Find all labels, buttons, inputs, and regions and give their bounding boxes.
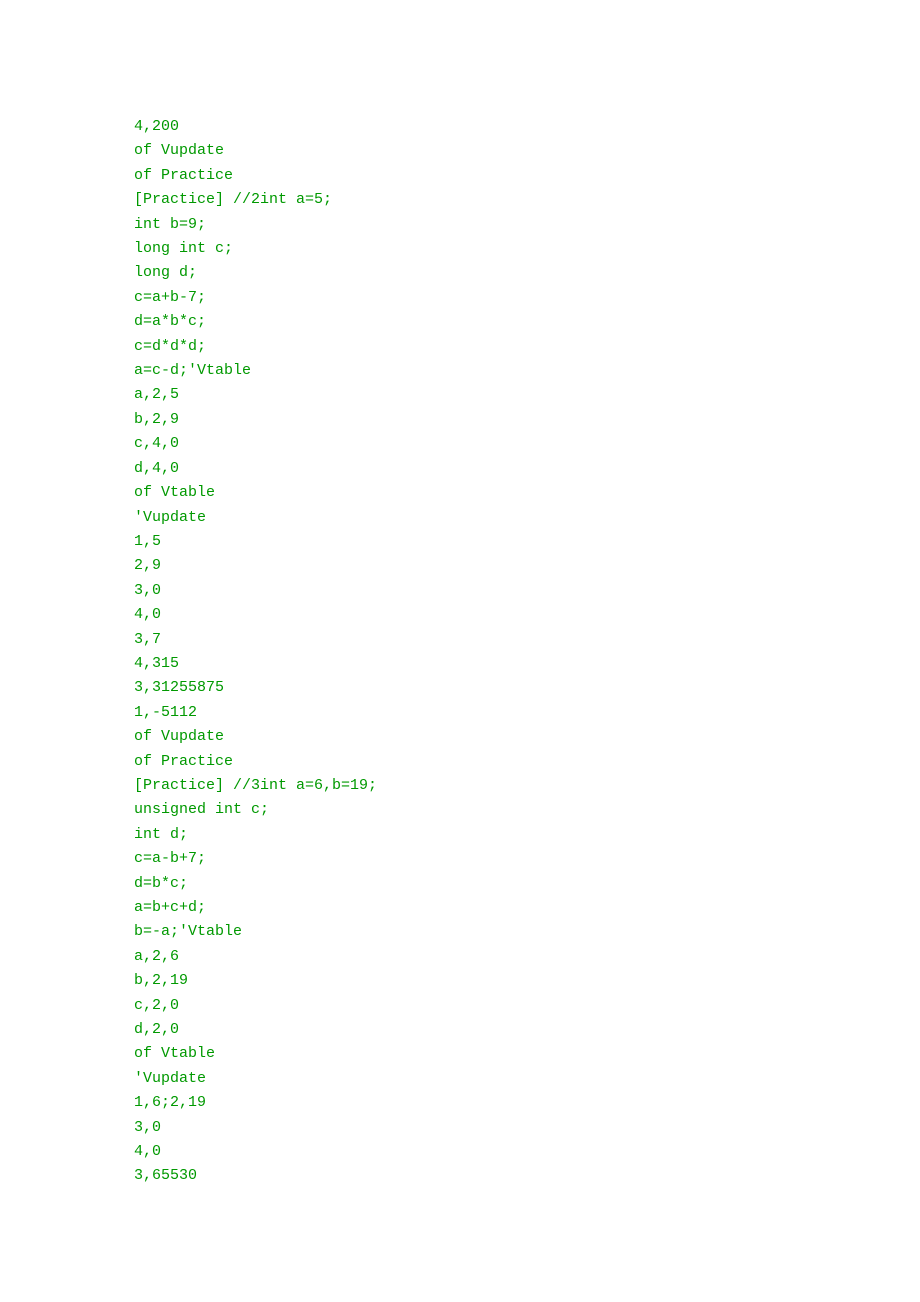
code-line: c,4,0 [134, 432, 920, 456]
code-line: long int c; [134, 237, 920, 261]
code-line: d,2,0 [134, 1018, 920, 1042]
code-line: 4,315 [134, 652, 920, 676]
code-line: 3,65530 [134, 1164, 920, 1188]
code-line: of Vupdate [134, 725, 920, 749]
code-line: 4,200 [134, 115, 920, 139]
code-line: b,2,19 [134, 969, 920, 993]
code-line: of Vtable [134, 1042, 920, 1066]
code-line: d,4,0 [134, 457, 920, 481]
document-page: 4,200of Vupdateof Practice[Practice] //2… [0, 0, 920, 1189]
code-line: a=c-d;'Vtable [134, 359, 920, 383]
code-line: 'Vupdate [134, 1067, 920, 1091]
code-line: of Vupdate [134, 139, 920, 163]
code-line: 4,0 [134, 1140, 920, 1164]
code-line: c=a-b+7; [134, 847, 920, 871]
code-line: 4,0 [134, 603, 920, 627]
code-line: d=a*b*c; [134, 310, 920, 334]
code-listing: 4,200of Vupdateof Practice[Practice] //2… [134, 115, 920, 1189]
code-line: int d; [134, 823, 920, 847]
code-line: a,2,6 [134, 945, 920, 969]
code-line: d=b*c; [134, 872, 920, 896]
code-line: of Practice [134, 750, 920, 774]
code-line: c,2,0 [134, 994, 920, 1018]
code-line: long d; [134, 261, 920, 285]
code-line: 1,6;2,19 [134, 1091, 920, 1115]
code-line: 3,0 [134, 579, 920, 603]
code-line: int b=9; [134, 213, 920, 237]
code-line: b,2,9 [134, 408, 920, 432]
code-line: 3,7 [134, 628, 920, 652]
code-line: [Practice] //3int a=6,b=19; [134, 774, 920, 798]
code-line: 3,0 [134, 1116, 920, 1140]
code-line: [Practice] //2int a=5; [134, 188, 920, 212]
code-line: a,2,5 [134, 383, 920, 407]
code-line: a=b+c+d; [134, 896, 920, 920]
code-line: 1,5 [134, 530, 920, 554]
code-line: unsigned int c; [134, 798, 920, 822]
code-line: of Vtable [134, 481, 920, 505]
code-line: c=d*d*d; [134, 335, 920, 359]
code-line: c=a+b-7; [134, 286, 920, 310]
code-line: b=-a;'Vtable [134, 920, 920, 944]
code-line: 'Vupdate [134, 506, 920, 530]
code-line: 1,-5112 [134, 701, 920, 725]
code-line: 2,9 [134, 554, 920, 578]
code-line: 3,31255875 [134, 676, 920, 700]
code-line: of Practice [134, 164, 920, 188]
